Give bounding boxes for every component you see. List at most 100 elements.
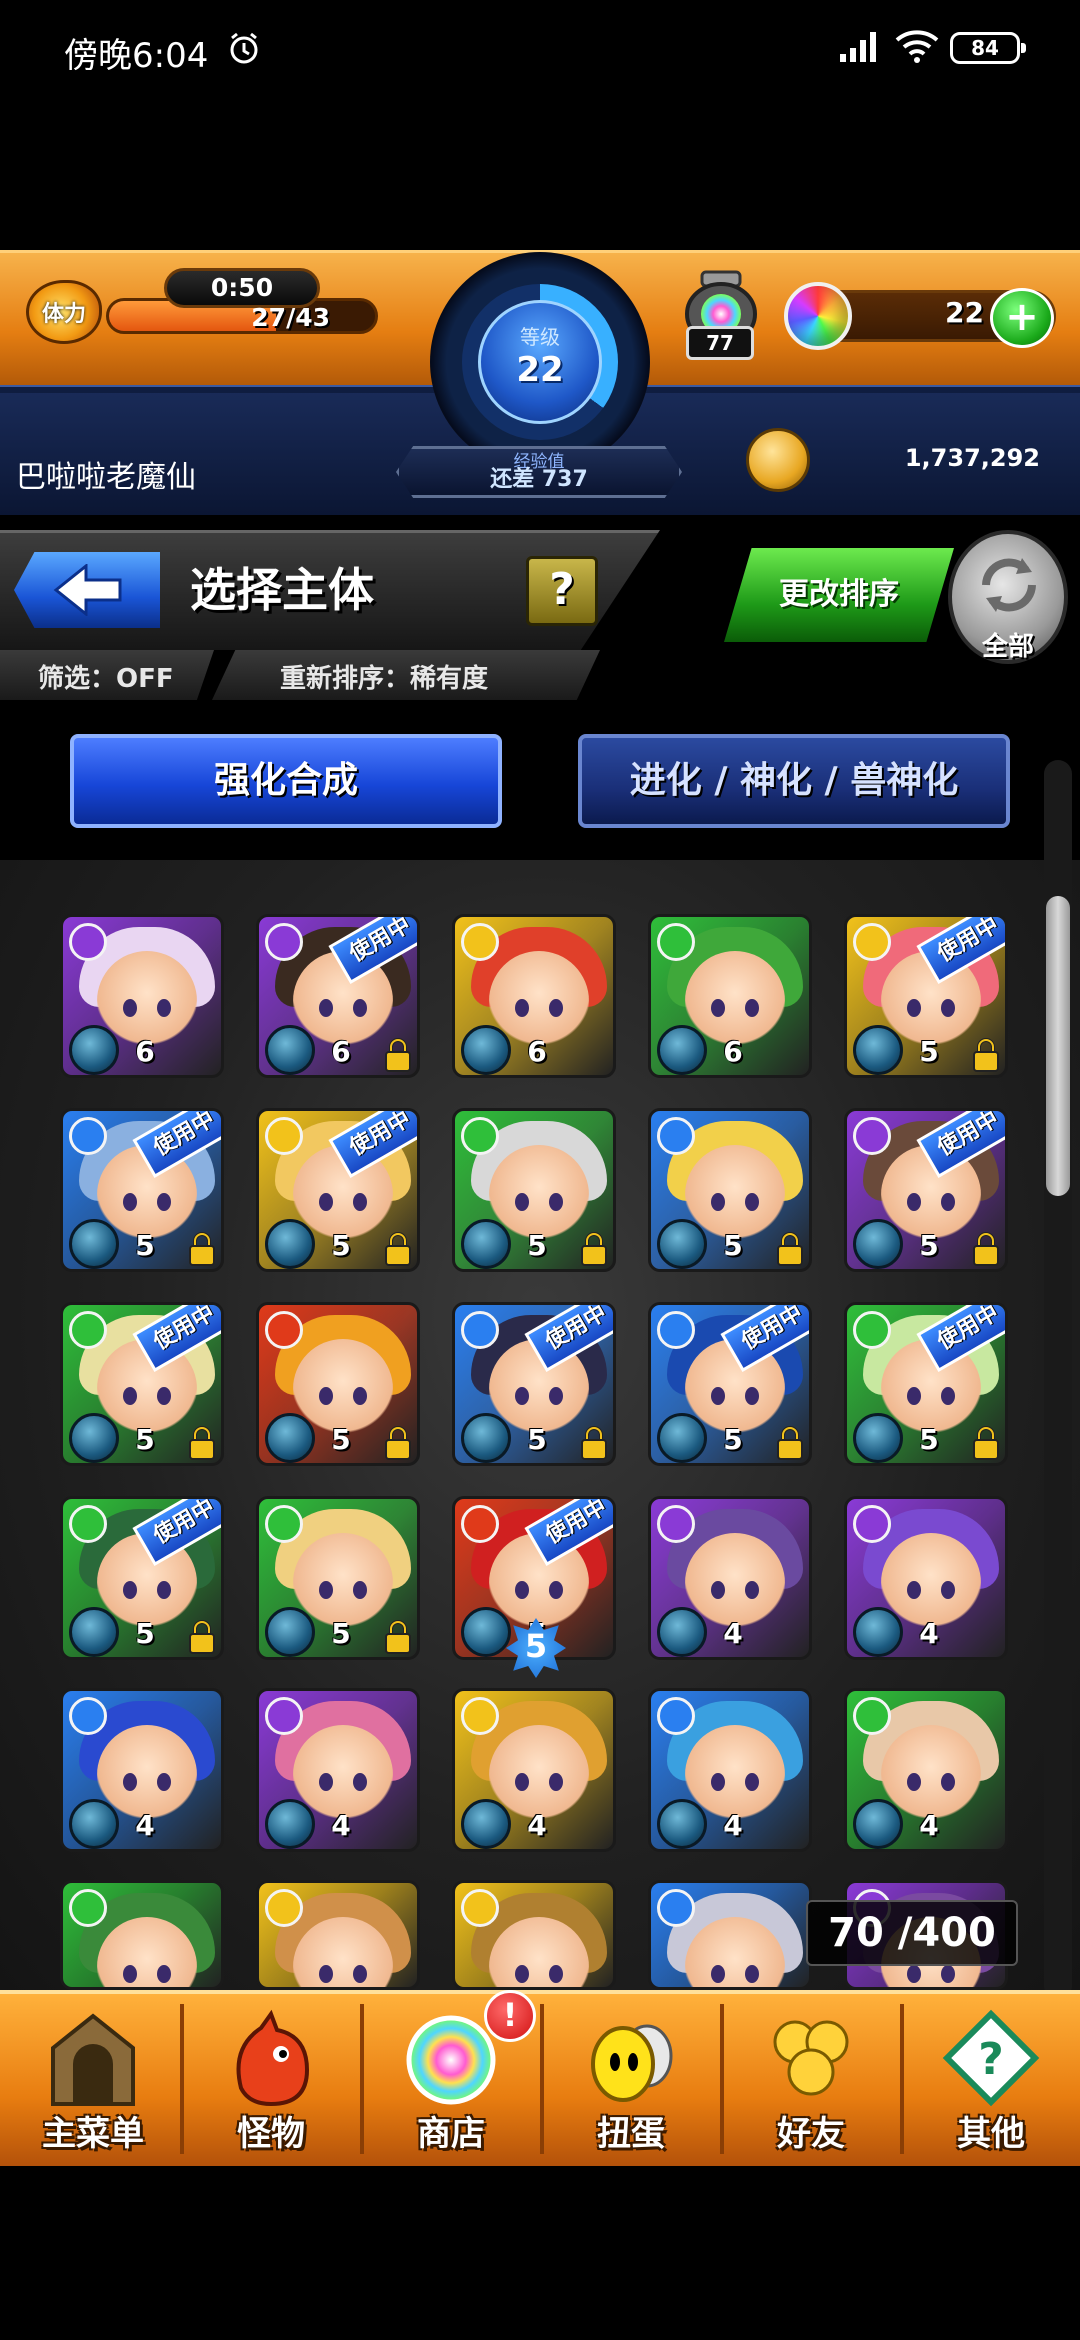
lock-icon [973,1038,999,1072]
monster-card[interactable]: 6 [60,914,224,1078]
luck-sphere-icon [265,1219,315,1269]
element-water-icon [69,1697,107,1735]
orb-icon [784,282,852,350]
monster-eye [515,1581,529,1599]
element-dark-icon [853,1505,891,1543]
monster-card[interactable]: 5使用中 [844,914,1008,1078]
element-dark-icon [853,1117,891,1155]
highlight-star-icon: 5 [506,1618,566,1678]
nav-item[interactable]: 怪物 [186,1998,356,2158]
lock-icon [385,1038,411,1072]
monster-eye [711,1773,725,1791]
luck-sphere-icon [461,1607,511,1657]
level-label: 等级 [520,325,560,349]
monster-card[interactable]: 5使用中 [60,1496,224,1660]
monster-card[interactable]: 4 [844,1688,1008,1852]
monster-card[interactable]: 5使用中 [60,1108,224,1272]
element-wood-icon [853,1697,891,1735]
luck-sphere-icon [853,1607,903,1657]
nav-item[interactable]: 扭蛋 [546,1998,716,2158]
monster-card[interactable]: 5 [648,1108,812,1272]
monster-eye [353,1387,367,1405]
monster-eye [549,999,563,1017]
rarity-number: 5 [527,1423,547,1456]
monster-eye [711,1581,725,1599]
help-button[interactable]: ? [526,556,598,626]
monster-card[interactable] [648,1880,812,1990]
change-sort-label: 更改排序 [779,577,899,612]
luck-sphere-icon [461,1025,511,1075]
monster-card[interactable]: 5使用中 [256,1108,420,1272]
monster-card[interactable]: 4 [844,1496,1008,1660]
level-number: 22 [516,350,564,390]
system-status-bar: 傍晚6:04 84 [0,0,1080,100]
monster-card[interactable]: 4 [60,1688,224,1852]
element-water-icon [69,1117,107,1155]
luck-sphere-icon [853,1799,903,1849]
egg-count: 77 [686,326,754,360]
luck-sphere-icon [265,1413,315,1463]
luck-sphere-icon [657,1413,707,1463]
monster-card[interactable]: 5使用中 [844,1108,1008,1272]
rarity-number: 5 [723,1423,743,1456]
monster-card[interactable]: 5 [256,1496,420,1660]
nav-item[interactable]: ? 其他 [906,1998,1076,2158]
monster-eye [745,1387,759,1405]
change-sort-button[interactable]: 更改排序 [724,548,954,642]
monster-card[interactable] [256,1880,420,1990]
nav-item[interactable]: 好友 [726,1998,896,2158]
monster-card[interactable]: 4 [256,1688,420,1852]
monster-card[interactable]: 5 [452,1108,616,1272]
monster-card[interactable]: 5 [256,1302,420,1466]
luck-sphere-icon [657,1219,707,1269]
buy-orb-button[interactable]: + [990,288,1054,348]
element-wood-icon [69,1311,107,1349]
show-all-button[interactable]: 全部 [948,530,1068,664]
nav-label: 怪物 [237,2114,305,2154]
monster-eye [549,1581,563,1599]
signal-icon [840,32,876,62]
exp-panel: 经验值 还差 737 [396,446,682,498]
monster-eye [907,1965,921,1983]
scrollbar-thumb[interactable] [1046,896,1070,1196]
monster-card[interactable] [60,1880,224,1990]
nav-divider [360,2004,364,2154]
monster-eye [353,1581,367,1599]
monster-eye [907,999,921,1017]
monster-card[interactable]: 5使用中 [648,1302,812,1466]
monster-eye [319,1965,333,1983]
monster-eye [745,1581,759,1599]
lock-icon [973,1426,999,1460]
monster-card[interactable] [452,1880,616,1990]
monster-card[interactable]: 5使用中 [60,1302,224,1466]
monster-card[interactable]: 5使用中 [452,1302,616,1466]
monster-eye [711,1965,725,1983]
monster-card[interactable]: 6 使用中 [256,914,420,1078]
monster-eye [319,1581,333,1599]
tab-evolve[interactable]: 进化 / 神化 / 兽神化 [578,734,1010,828]
element-fire-icon [461,1505,499,1543]
refresh-icon [982,558,1036,612]
monster-eye [319,1773,333,1791]
monster-card[interactable]: 4 [648,1688,812,1852]
monster-eye [711,999,725,1017]
luck-sphere-icon [265,1607,315,1657]
nav-label: 主菜单 [42,2114,144,2154]
tab-power-up[interactable]: 强化合成 [70,734,502,828]
element-wood-icon [461,1117,499,1155]
monster-card[interactable]: 5使用中 [844,1302,1008,1466]
monster-card[interactable]: 4 [648,1496,812,1660]
lock-icon [189,1232,215,1266]
monster-eye [123,1387,137,1405]
nav-item[interactable]: 主菜单 [8,1998,178,2158]
luck-sphere-icon [461,1799,511,1849]
element-dark-icon [265,923,303,961]
monster-eye [515,1387,529,1405]
monster-card[interactable]: 6 [648,914,812,1078]
monster-eye [353,1965,367,1983]
monster-card[interactable]: 6 [452,914,616,1078]
monster-card[interactable]: 4 [452,1688,616,1852]
alarm-icon [230,32,258,64]
element-wood-icon [69,1505,107,1543]
element-dark-icon [69,923,107,961]
